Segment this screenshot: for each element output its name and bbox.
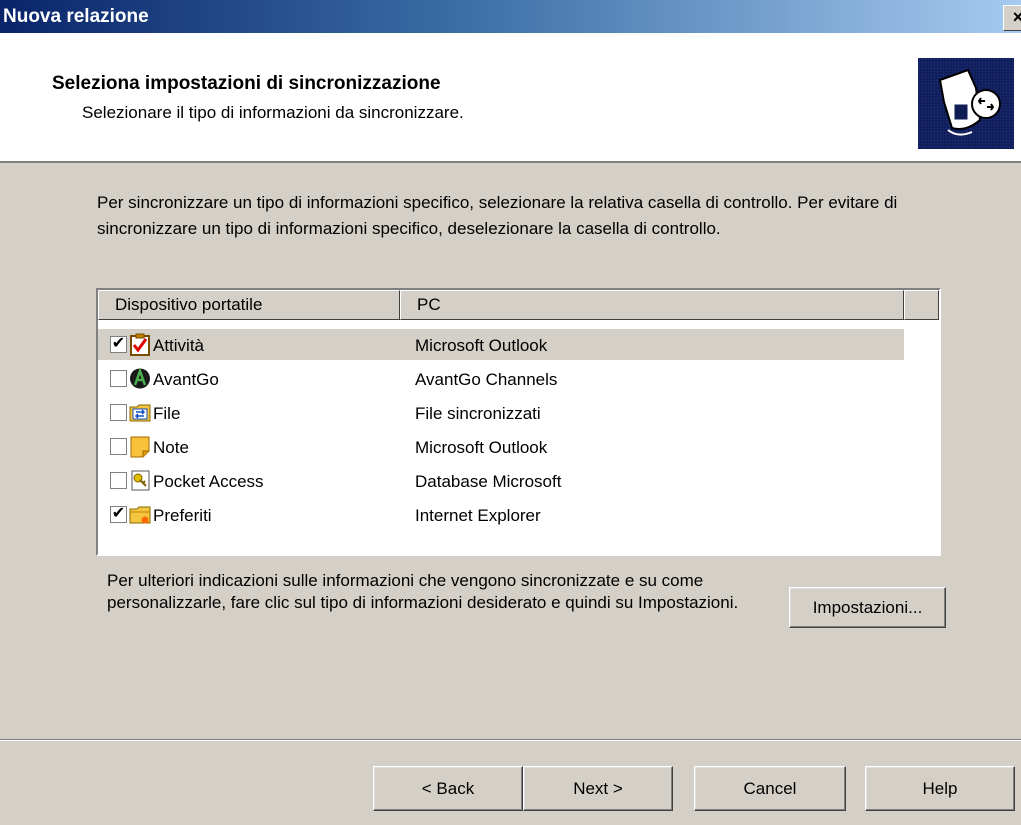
checkbox-avantgo[interactable] — [110, 370, 127, 387]
column-header-device[interactable]: Dispositivo portatile — [98, 290, 400, 320]
list-item-preferiti[interactable]: ✔ Preferiti Internet Explorer — [98, 499, 904, 530]
list-item-file[interactable]: File File sincronizzati — [98, 397, 904, 428]
list-item-note[interactable]: Note Microsoft Outlook — [98, 431, 904, 462]
checkbox-file[interactable] — [110, 404, 127, 421]
tasks-icon — [129, 333, 151, 356]
checkbox-preferiti[interactable]: ✔ — [110, 506, 127, 523]
checkbox-attivita[interactable]: ✔ — [110, 336, 127, 353]
pocket-access-icon — [129, 469, 151, 492]
favorites-folder-icon — [129, 503, 151, 526]
column-header-pc[interactable]: PC — [400, 290, 904, 320]
list-item-avantgo[interactable]: AvantGo AvantGo Channels — [98, 363, 904, 394]
list-item-pocket-access[interactable]: Pocket Access Database Microsoft — [98, 465, 904, 496]
file-sync-icon — [129, 401, 151, 424]
header-title: Seleziona impostazioni di sincronizzazio… — [52, 73, 441, 94]
separator-highlight — [0, 740, 1021, 741]
list-item-pc: Database Microsoft — [415, 472, 562, 491]
list-item-label: File — [153, 404, 181, 423]
cancel-button[interactable]: Cancel — [694, 766, 846, 811]
avantgo-icon — [129, 367, 151, 390]
wizard-header: Seleziona impostazioni di sincronizzazio… — [0, 33, 1021, 163]
sync-types-list[interactable]: Dispositivo portatile PC ✔ Attività Micr… — [96, 288, 941, 556]
list-item-label: AvantGo — [153, 370, 219, 389]
list-item-pc: Microsoft Outlook — [415, 438, 548, 457]
list-item-pc: Internet Explorer — [415, 506, 541, 525]
column-header-empty — [904, 290, 939, 320]
list-header: Dispositivo portatile PC — [98, 290, 939, 320]
list-item-label: Attività — [153, 336, 205, 355]
settings-button[interactable]: Impostazioni... — [789, 587, 946, 628]
checkbox-note[interactable] — [110, 438, 127, 455]
window-title: Nuova relazione — [3, 6, 149, 27]
header-subtitle: Selezionare il tipo di informazioni da s… — [82, 103, 464, 122]
checkbox-pocket-access[interactable] — [110, 472, 127, 489]
help-button[interactable]: Help — [865, 766, 1015, 811]
list-item-label: Pocket Access — [153, 472, 264, 491]
list-item-pc: File sincronizzati — [415, 404, 541, 423]
close-button[interactable]: × — [1003, 5, 1021, 31]
sync-handheld-icon — [918, 58, 1014, 149]
title-bar: Nuova relazione × — [0, 0, 1021, 33]
next-button[interactable]: Next > — [523, 766, 673, 811]
close-icon: × — [1012, 7, 1021, 27]
back-button[interactable]: < Back — [373, 766, 523, 811]
footer-help-text: Per ulteriori indicazioni sulle informaz… — [107, 571, 739, 612]
notes-icon — [129, 435, 151, 458]
list-item-attivita[interactable]: ✔ Attività Microsoft Outlook — [98, 329, 904, 360]
list-item-label: Note — [153, 438, 189, 457]
list-item-pc: Microsoft Outlook — [415, 336, 548, 355]
intro-text: Per sincronizzare un tipo di informazion… — [97, 193, 898, 238]
list-item-pc: AvantGo Channels — [415, 370, 558, 389]
list-item-label: Preferiti — [153, 506, 212, 525]
